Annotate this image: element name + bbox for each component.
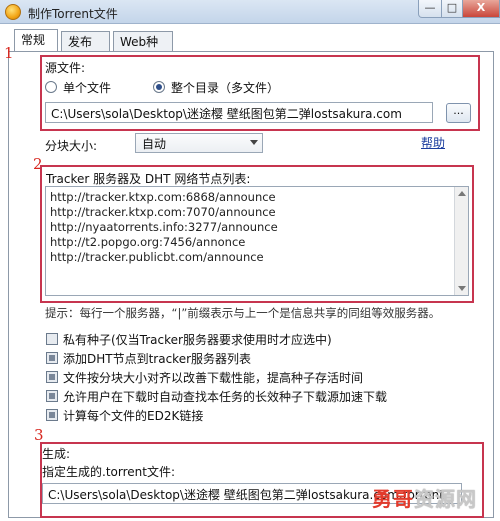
- align-pieces-checkbox[interactable]: [46, 371, 58, 383]
- piece-size-select[interactable]: 自动: [135, 133, 263, 153]
- long-term-seeds-checkbox[interactable]: [46, 390, 58, 402]
- tracker-list-item: http://tracker.ktxp.com:6868/announce: [50, 190, 276, 204]
- annotation-marker-1: 1: [4, 44, 14, 62]
- tracker-list-item: http://nyaatorrents.info:3277/announce: [50, 220, 278, 234]
- whole-directory-label: 整个目录（多文件）: [171, 81, 280, 95]
- minimize-button[interactable]: —: [418, 0, 442, 18]
- whole-directory-radio[interactable]: [153, 81, 165, 93]
- output-label: 生成:: [42, 447, 71, 461]
- title-bar: 制作Torrent文件 — □ X: [0, 0, 500, 24]
- option-label: 私有种子(仅当Tracker服务器要求使用时才应选中): [63, 333, 332, 347]
- browse-source-button[interactable]: ...: [446, 103, 471, 123]
- chevron-down-icon: [250, 140, 258, 145]
- option-label: 允许用户在下载时自动查找本任务的长效种子下载源加速下载: [63, 390, 388, 404]
- window-title: 制作Torrent文件: [28, 7, 118, 21]
- output-file-label: 指定生成的.torrent文件:: [42, 465, 175, 479]
- tracker-list-item: http://tracker.ktxp.com:7070/announce: [50, 205, 276, 219]
- tracker-list-item: http://tracker.publicbt.com/announce: [50, 250, 264, 264]
- tracker-hint: 提示：每行一个服务器，“|”前缀表示与上一个是信息共享的同组等效服务器。: [45, 306, 441, 320]
- add-dht-checkbox[interactable]: [46, 352, 58, 364]
- tracker-label: Tracker 服务器及 DHT 网络节点列表:: [46, 172, 251, 186]
- piece-size-value: 自动: [142, 137, 167, 151]
- watermark-logo: 勇哥资源网: [372, 483, 498, 513]
- private-torrent-checkbox[interactable]: [46, 333, 58, 345]
- help-link[interactable]: 帮助: [421, 134, 445, 151]
- maximize-button[interactable]: □: [441, 0, 463, 18]
- app-icon: [5, 4, 21, 20]
- tab-general[interactable]: 常规: [14, 29, 58, 51]
- tracker-list[interactable]: http://tracker.ktxp.com:6868/announce ht…: [45, 186, 469, 296]
- tab-publisher[interactable]: 发布者: [61, 31, 110, 65]
- source-label: 源文件:: [45, 61, 86, 75]
- watermark-part-b: 资源网: [414, 487, 477, 511]
- option-label: 计算每个文件的ED2K链接: [63, 409, 204, 423]
- single-file-label: 单个文件: [63, 81, 112, 95]
- watermark-part-a: 勇哥: [372, 487, 414, 511]
- scroll-up-icon[interactable]: [458, 191, 466, 196]
- single-file-radio[interactable]: [45, 81, 57, 93]
- source-path-input[interactable]: C:\Users\sola\Desktop\迷途樱 壁纸图包第二弹lostsak…: [45, 102, 433, 123]
- tab-web-seed[interactable]: Web种子: [113, 31, 173, 65]
- option-label: 文件按分块大小对齐以改善下载性能，提高种子存活时间: [63, 371, 364, 385]
- tracker-list-lines: http://tracker.ktxp.com:6868/announce ht…: [46, 187, 468, 265]
- tracker-list-item: http://t2.popgo.org:7456/annonce: [50, 235, 246, 249]
- option-label: 添加DHT节点到tracker服务器列表: [63, 352, 252, 366]
- piece-size-label: 分块大小:: [45, 139, 98, 153]
- ed2k-links-checkbox[interactable]: [46, 409, 58, 421]
- tracker-scrollbar[interactable]: [454, 187, 468, 295]
- close-button[interactable]: X: [462, 0, 500, 18]
- scroll-down-icon[interactable]: [458, 286, 466, 291]
